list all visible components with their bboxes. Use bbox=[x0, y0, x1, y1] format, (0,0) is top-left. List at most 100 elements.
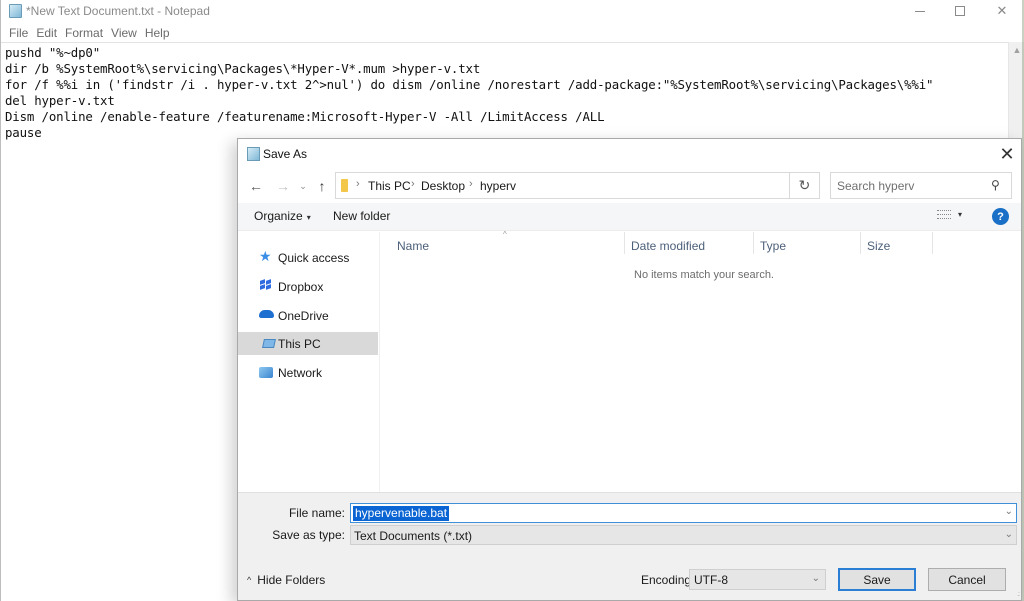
search-box: ⚲ bbox=[830, 172, 1012, 199]
resize-grip-icon[interactable]: .: bbox=[1017, 591, 1020, 598]
nav-item-network[interactable]: Network bbox=[238, 361, 378, 384]
caret-down-icon: ▾ bbox=[306, 213, 311, 222]
encoding-select[interactable]: UTF-8 ⌄ bbox=[689, 569, 826, 590]
text-line: dir /b %SystemRoot%\servicing\Packages\*… bbox=[5, 61, 481, 76]
text-line: pushd "%~dp0" bbox=[5, 45, 101, 60]
nav-item-dropbox[interactable]: Dropbox bbox=[238, 275, 378, 298]
nav-item-label: OneDrive bbox=[278, 308, 329, 323]
nav-item-onedrive[interactable]: OneDrive bbox=[238, 304, 378, 327]
nav-item-label: This PC bbox=[278, 336, 321, 351]
dialog-titlebar: Save As ✕ bbox=[238, 139, 1021, 169]
nav-item-quick-access[interactable]: ★ Quick access bbox=[238, 246, 378, 269]
help-icon: ? bbox=[997, 210, 1004, 223]
column-header-type[interactable]: Type bbox=[754, 236, 786, 258]
close-icon: ✕ bbox=[999, 143, 1015, 164]
column-header-name[interactable]: Name bbox=[391, 236, 429, 258]
notepad-titlebar: *New Text Document.txt - Notepad ✕ bbox=[1, 0, 1024, 22]
save-as-type-select[interactable]: Text Documents (*.txt) ⌄ bbox=[350, 525, 1017, 545]
nav-item-label: Quick access bbox=[278, 250, 350, 265]
breadcrumb-separator: › bbox=[469, 178, 473, 190]
maximize-button[interactable] bbox=[937, 0, 983, 22]
menu-view[interactable]: View bbox=[107, 24, 141, 42]
refresh-icon: ↻ bbox=[798, 177, 811, 193]
breadcrumb-separator: › bbox=[411, 178, 415, 190]
menu-format[interactable]: Format bbox=[61, 24, 107, 42]
command-bar: Organize ▾ New folder ▾ ? bbox=[238, 203, 1021, 231]
up-button[interactable]: ↑ bbox=[314, 174, 330, 198]
column-header-size[interactable]: Size bbox=[861, 236, 890, 258]
arrow-left-icon: ← bbox=[249, 178, 263, 194]
network-icon bbox=[259, 367, 273, 378]
breadcrumb-separator: › bbox=[356, 178, 360, 190]
navigation-pane: ★ Quick access Dropbox OneDrive This PC … bbox=[238, 232, 380, 492]
menu-help[interactable]: Help bbox=[141, 24, 174, 42]
organize-label: Organize bbox=[254, 209, 303, 223]
recent-locations-button[interactable]: ⌄ bbox=[296, 174, 310, 198]
quick-access-icon: ★ bbox=[259, 248, 272, 264]
notepad-title: *New Text Document.txt - Notepad bbox=[26, 4, 210, 18]
chevron-down-icon: ⌄ bbox=[811, 573, 820, 584]
view-options-caret-icon[interactable]: ▾ bbox=[958, 210, 962, 219]
file-name-input[interactable]: hypervenable.bat ⌄ bbox=[350, 503, 1017, 523]
nav-item-label: Network bbox=[278, 365, 323, 380]
breadcrumb-hyperv[interactable]: hyperv bbox=[480, 179, 516, 193]
search-input[interactable] bbox=[831, 173, 986, 198]
chevron-down-icon: ⌄ bbox=[299, 180, 307, 191]
notepad-menubar: File Edit Format View Help bbox=[1, 24, 174, 42]
onedrive-icon bbox=[259, 310, 274, 318]
back-button[interactable]: ← bbox=[246, 174, 266, 198]
organize-button[interactable]: Organize ▾ bbox=[254, 209, 311, 223]
view-options-button[interactable] bbox=[937, 210, 951, 222]
file-list[interactable]: ^ Name Date modified Type Size No items … bbox=[381, 230, 1021, 492]
folder-icon bbox=[341, 179, 348, 192]
chevron-down-icon: ⌄ bbox=[1004, 529, 1013, 540]
address-bar[interactable]: › This PC › Desktop › hyperv ⌄ bbox=[335, 172, 879, 199]
text-line: pause bbox=[5, 125, 42, 140]
column-divider[interactable] bbox=[932, 232, 933, 254]
close-icon: ✕ bbox=[996, 3, 1008, 18]
save-button[interactable]: Save bbox=[838, 568, 916, 591]
navigation-row: ← → ⌄ ↑ › This PC › Desktop › hyperv ⌄ ↻ bbox=[238, 169, 1021, 203]
text-line: for /f %%i in ('findstr /i . hyper-v.txt… bbox=[5, 77, 934, 92]
notepad-app-icon bbox=[9, 4, 22, 18]
file-name-label: File name: bbox=[288, 506, 345, 520]
arrow-right-icon: → bbox=[276, 178, 290, 194]
this-pc-icon bbox=[262, 339, 276, 348]
encoding-value: UTF-8 bbox=[694, 573, 728, 587]
menu-edit[interactable]: Edit bbox=[32, 24, 61, 42]
save-options-pane: File name: hypervenable.bat ⌄ Save as ty… bbox=[238, 492, 1021, 600]
chevron-up-icon: ^ bbox=[247, 575, 252, 585]
dialog-close-button[interactable]: ✕ bbox=[994, 142, 1020, 166]
help-button[interactable]: ? bbox=[992, 208, 1009, 225]
save-as-type-value: Text Documents (*.txt) bbox=[354, 529, 473, 543]
maximize-icon bbox=[955, 6, 965, 16]
hide-folders-button[interactable]: ^ Hide Folders bbox=[247, 573, 325, 587]
file-name-value: hypervenable.bat bbox=[353, 506, 450, 521]
refresh-button[interactable]: ↻ bbox=[790, 172, 820, 199]
minimize-icon bbox=[915, 10, 925, 12]
menu-file[interactable]: File bbox=[5, 24, 32, 42]
column-header-date-modified[interactable]: Date modified bbox=[625, 236, 705, 258]
dialog-title: Save As bbox=[263, 147, 308, 161]
breadcrumb-this-pc[interactable]: This PC bbox=[368, 179, 411, 193]
empty-message: No items match your search. bbox=[634, 269, 774, 281]
arrow-up-icon: ↑ bbox=[318, 178, 326, 194]
breadcrumb-desktop[interactable]: Desktop bbox=[421, 179, 465, 193]
encoding-label: Encoding: bbox=[641, 573, 695, 587]
close-button[interactable]: ✕ bbox=[979, 0, 1024, 22]
text-line: Dism /online /enable-feature /featurenam… bbox=[5, 109, 605, 124]
cancel-button[interactable]: Cancel bbox=[928, 568, 1006, 591]
nav-item-label: Dropbox bbox=[278, 279, 324, 294]
save-as-dialog: Save As ✕ ← → ⌄ ↑ › This PC › Desktop › … bbox=[237, 138, 1022, 601]
text-line: del hyper-v.txt bbox=[5, 93, 115, 108]
hide-folders-label: Hide Folders bbox=[257, 573, 326, 587]
search-icon[interactable]: ⚲ bbox=[991, 178, 1000, 192]
dropbox-icon bbox=[259, 279, 274, 293]
chevron-down-icon[interactable]: ⌄ bbox=[1005, 506, 1013, 517]
new-folder-button[interactable]: New folder bbox=[333, 209, 390, 223]
save-as-type-label: Save as type: bbox=[272, 528, 345, 542]
nav-item-this-pc[interactable]: This PC bbox=[238, 332, 378, 355]
dialog-app-icon bbox=[247, 147, 260, 161]
sort-ascending-icon: ^ bbox=[503, 230, 507, 239]
forward-button[interactable]: → bbox=[273, 174, 293, 198]
